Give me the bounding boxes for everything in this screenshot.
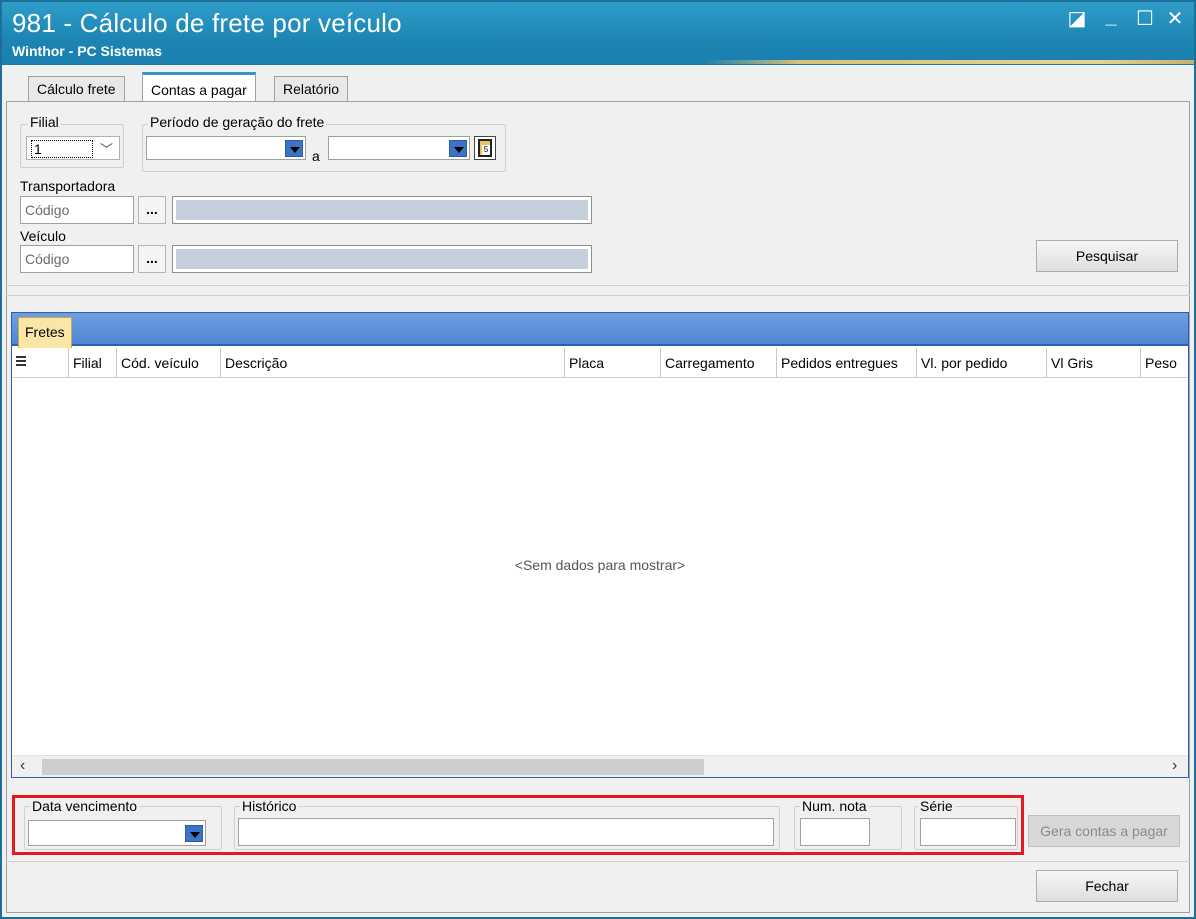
periodo-inicio-date[interactable] xyxy=(146,136,306,160)
fretes-grid: Fretes Filial Cód. veículo Descrição Pla… xyxy=(11,312,1189,778)
periodo-label: Período de geração do frete xyxy=(148,114,327,130)
filial-value: 1 xyxy=(31,140,93,158)
dropdown-button[interactable] xyxy=(285,140,303,157)
calendar-icon[interactable]: 5 xyxy=(474,136,496,160)
veiculo-label: Veículo xyxy=(20,228,66,244)
column-vl-gris[interactable]: Vl Gris xyxy=(1046,348,1140,378)
title-accent-stripe xyxy=(702,60,1194,64)
scroll-right-icon[interactable]: › xyxy=(1172,757,1177,775)
restore-icon[interactable]: ◪ xyxy=(1064,6,1090,31)
column-pedidos-entregues[interactable]: Pedidos entregues xyxy=(776,348,916,378)
divider xyxy=(6,285,1190,286)
horizontal-scrollbar[interactable]: ‹ › xyxy=(12,755,1188,777)
periodo-fim-date[interactable] xyxy=(328,136,470,160)
gera-contas-a-pagar-button[interactable]: Gera contas a pagar xyxy=(1028,815,1180,847)
filial-select[interactable]: 1 ﹀ xyxy=(26,136,120,160)
fechar-button[interactable]: Fechar xyxy=(1036,870,1178,902)
column-placa[interactable]: Placa xyxy=(564,348,660,378)
transportadora-lookup-button[interactable]: ... xyxy=(138,196,166,224)
periodo-separator: a xyxy=(312,148,320,164)
veiculo-codigo-input[interactable]: Código xyxy=(20,245,134,273)
highlight-box xyxy=(12,795,1024,855)
grid-tabstrip: Fretes xyxy=(12,313,1188,348)
column-vl-por-pedido[interactable]: Vl. por pedido xyxy=(916,348,1046,378)
title-bar: 981 - Cálculo de frete por veículo Winth… xyxy=(2,2,1194,65)
scroll-left-icon[interactable]: ‹ xyxy=(20,757,25,775)
window-title: 981 - Cálculo de frete por veículo xyxy=(12,8,402,38)
column-cod-veiculo[interactable]: Cód. veículo xyxy=(116,348,220,378)
filial-label: Filial xyxy=(28,114,61,130)
app-window: 981 - Cálculo de frete por veículo Winth… xyxy=(0,0,1196,919)
column-chooser-icon[interactable] xyxy=(16,356,26,370)
column-carregamento[interactable]: Carregamento xyxy=(660,348,776,378)
tab-relatorio[interactable]: Relatório xyxy=(274,76,349,101)
main-tabs: Cálculo frete Contas a pagar Relatório xyxy=(6,68,1190,102)
column-filial[interactable]: Filial xyxy=(68,348,116,378)
scrollbar-thumb[interactable] xyxy=(42,759,704,775)
veiculo-lookup-button[interactable]: ... xyxy=(138,245,166,273)
veiculo-nome-field xyxy=(172,245,592,273)
minimize-button[interactable]: _ xyxy=(1098,6,1124,29)
transportadora-label: Transportadora xyxy=(20,178,116,194)
divider xyxy=(6,295,1190,296)
column-peso[interactable]: Peso xyxy=(1140,348,1188,378)
tab-calculo-frete[interactable]: Cálculo frete xyxy=(28,76,125,101)
pesquisar-button[interactable]: Pesquisar xyxy=(1036,240,1178,272)
close-button[interactable]: ✕ xyxy=(1162,6,1188,31)
divider xyxy=(6,861,1190,862)
transportadora-codigo-input[interactable]: Código xyxy=(20,196,134,224)
column-descricao[interactable]: Descrição xyxy=(220,348,564,378)
transportadora-nome-field xyxy=(172,196,592,224)
maximize-button[interactable]: ☐ xyxy=(1132,6,1158,31)
tab-contas-a-pagar[interactable]: Contas a pagar xyxy=(142,72,256,102)
empty-grid-message: <Sem dados para mostrar> xyxy=(514,557,686,573)
dropdown-button[interactable] xyxy=(449,140,467,157)
grid-header: Filial Cód. veículo Descrição Placa Carr… xyxy=(12,348,1188,378)
window-subtitle: Winthor - PC Sistemas xyxy=(12,43,163,59)
tab-fretes[interactable]: Fretes xyxy=(18,317,72,348)
chevron-down-icon: ﹀ xyxy=(99,142,113,157)
